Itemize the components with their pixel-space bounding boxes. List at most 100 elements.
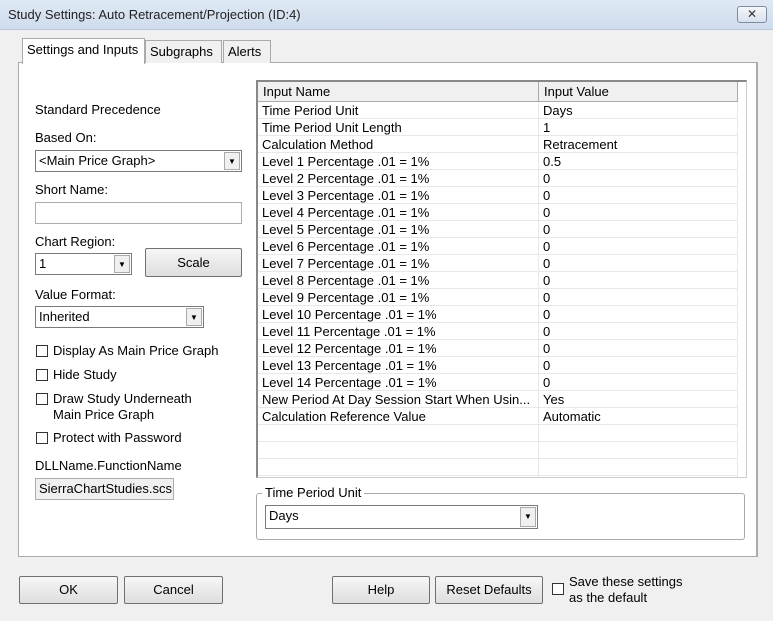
help-button[interactable]: Help [332,576,430,604]
input-value-cell[interactable]: 0 [543,324,550,339]
table-row[interactable]: Level 2 Percentage .01 = 1% 0 [258,170,738,187]
value-format-value: Inherited [39,309,90,324]
input-value-cell[interactable]: 0 [543,188,550,203]
input-value-cell[interactable]: 0 [543,205,550,220]
table-row[interactable]: Level 1 Percentage .01 = 1% 0.5 [258,153,738,170]
input-name-cell: Level 6 Percentage .01 = 1% [262,239,430,254]
protect-password-checkbox[interactable] [36,432,48,444]
protect-password-label: Protect with Password [53,430,182,445]
dll-input[interactable]: SierraChartStudies.scs [35,478,174,500]
short-name-input[interactable] [35,202,242,224]
table-row[interactable]: Level 6 Percentage .01 = 1% 0 [258,238,738,255]
column-header-input-name[interactable]: Input Name [258,82,539,102]
input-value-cell[interactable]: 0 [543,239,550,254]
value-format-select[interactable]: Inherited ▼ [35,306,204,328]
reset-defaults-button[interactable]: Reset Defaults [435,576,543,604]
chevron-down-icon: ▼ [186,308,202,326]
input-name-cell: Level 8 Percentage .01 = 1% [262,273,430,288]
editor-value: Days [269,508,299,523]
table-row[interactable]: Calculation Method Retracement [258,136,738,153]
standard-precedence-label: Standard Precedence [35,102,161,117]
table-row[interactable] [258,459,738,476]
ok-button[interactable]: OK [19,576,118,604]
table-row[interactable] [258,442,738,459]
input-name-cell: Time Period Unit Length [262,120,402,135]
input-name-cell: Level 1 Percentage .01 = 1% [262,154,430,169]
input-value-cell[interactable]: 0 [543,375,550,390]
input-name-cell: Level 7 Percentage .01 = 1% [262,256,430,271]
scale-button[interactable]: Scale [145,248,242,277]
cancel-button[interactable]: Cancel [124,576,223,604]
table-row[interactable]: Calculation Reference Value Automatic [258,408,738,425]
input-name-cell: Level 10 Percentage .01 = 1% [262,307,437,322]
input-value-cell[interactable]: 0 [543,341,550,356]
input-value-cell[interactable]: Yes [543,392,564,407]
draw-underneath-label-2: Main Price Graph [53,407,155,422]
table-row[interactable]: Level 10 Percentage .01 = 1% 0 [258,306,738,323]
table-row[interactable]: Level 8 Percentage .01 = 1% 0 [258,272,738,289]
hide-study-checkbox[interactable] [36,369,48,381]
input-name-cell: Level 13 Percentage .01 = 1% [262,358,437,373]
input-value-cell[interactable]: 0 [543,290,550,305]
input-name-cell: New Period At Day Session Start When Usi… [262,392,531,407]
table-row[interactable]: Level 3 Percentage .01 = 1% 0 [258,187,738,204]
editor-select[interactable]: Days ▼ [265,505,538,529]
input-value-cell[interactable]: Automatic [543,409,601,424]
chevron-down-icon: ▼ [224,152,240,170]
table-row[interactable]: Level 5 Percentage .01 = 1% 0 [258,221,738,238]
chart-region-label: Chart Region: [35,234,116,249]
tab-subgraphs[interactable]: Subgraphs [145,40,222,63]
tab-settings-and-inputs[interactable]: Settings and Inputs [22,38,145,64]
save-default-checkbox[interactable] [552,583,564,595]
draw-underneath-label: Draw Study Underneath [53,391,192,406]
table-row[interactable]: Level 4 Percentage .01 = 1% 0 [258,204,738,221]
input-value-cell[interactable]: Retracement [543,137,617,152]
table-row[interactable]: Level 12 Percentage .01 = 1% 0 [258,340,738,357]
table-row[interactable]: New Period At Day Session Start When Usi… [258,391,738,408]
save-default-label-2: as the default [569,590,648,605]
table-row[interactable]: Level 11 Percentage .01 = 1% 0 [258,323,738,340]
short-name-label: Short Name: [35,182,108,197]
dll-label: DLLName.FunctionName [35,458,182,473]
input-name-cell: Level 4 Percentage .01 = 1% [262,205,430,220]
display-as-main-checkbox[interactable] [36,345,48,357]
input-value-cell[interactable]: 1 [543,120,550,135]
input-name-cell: Calculation Reference Value [262,409,426,424]
column-header-input-value[interactable]: Input Value [539,82,738,102]
tab-alerts[interactable]: Alerts [223,40,271,63]
draw-underneath-checkbox[interactable] [36,393,48,405]
chart-region-value: 1 [39,256,47,271]
input-name-cell: Level 5 Percentage .01 = 1% [262,222,430,237]
input-name-cell: Time Period Unit [262,103,359,118]
table-row[interactable]: Time Period Unit Days [258,102,738,119]
input-name-cell: Level 11 Percentage .01 = 1% [262,324,436,339]
input-name-cell: Calculation Method [262,137,374,152]
table-row[interactable]: Level 13 Percentage .01 = 1% 0 [258,357,738,374]
close-button[interactable]: ✕ [737,6,767,23]
table-row[interactable]: Level 14 Percentage .01 = 1% 0 [258,374,738,391]
input-name-cell: Level 3 Percentage .01 = 1% [262,188,430,203]
table-row[interactable]: Level 9 Percentage .01 = 1% 0 [258,289,738,306]
table-row[interactable]: Time Period Unit Length 1 [258,119,738,136]
chevron-down-icon: ▼ [114,255,130,273]
display-as-main-label: Display As Main Price Graph [53,343,219,358]
input-value-cell[interactable]: Days [543,103,573,118]
table-row[interactable] [258,425,738,442]
chart-region-select[interactable]: 1 ▼ [35,253,132,275]
input-name-cell: Level 2 Percentage .01 = 1% [262,171,430,186]
input-value-cell[interactable]: 0 [543,358,550,373]
based-on-value: <Main Price Graph> [39,153,156,168]
input-value-cell[interactable]: 0.5 [543,154,561,169]
input-value-cell[interactable]: 0 [543,307,550,322]
input-value-cell[interactable]: 0 [543,171,550,186]
window-title: Study Settings: Auto Retracement/Project… [8,7,301,22]
input-value-cell[interactable]: 0 [543,256,550,271]
input-value-cell[interactable]: 0 [543,273,550,288]
based-on-label: Based On: [35,130,97,145]
input-name-cell: Level 9 Percentage .01 = 1% [262,290,430,305]
table-row[interactable]: Level 7 Percentage .01 = 1% 0 [258,255,738,272]
input-value-cell[interactable]: 0 [543,222,550,237]
hide-study-label: Hide Study [53,367,117,382]
based-on-select[interactable]: <Main Price Graph> ▼ [35,150,242,172]
input-name-cell: Level 12 Percentage .01 = 1% [262,341,437,356]
